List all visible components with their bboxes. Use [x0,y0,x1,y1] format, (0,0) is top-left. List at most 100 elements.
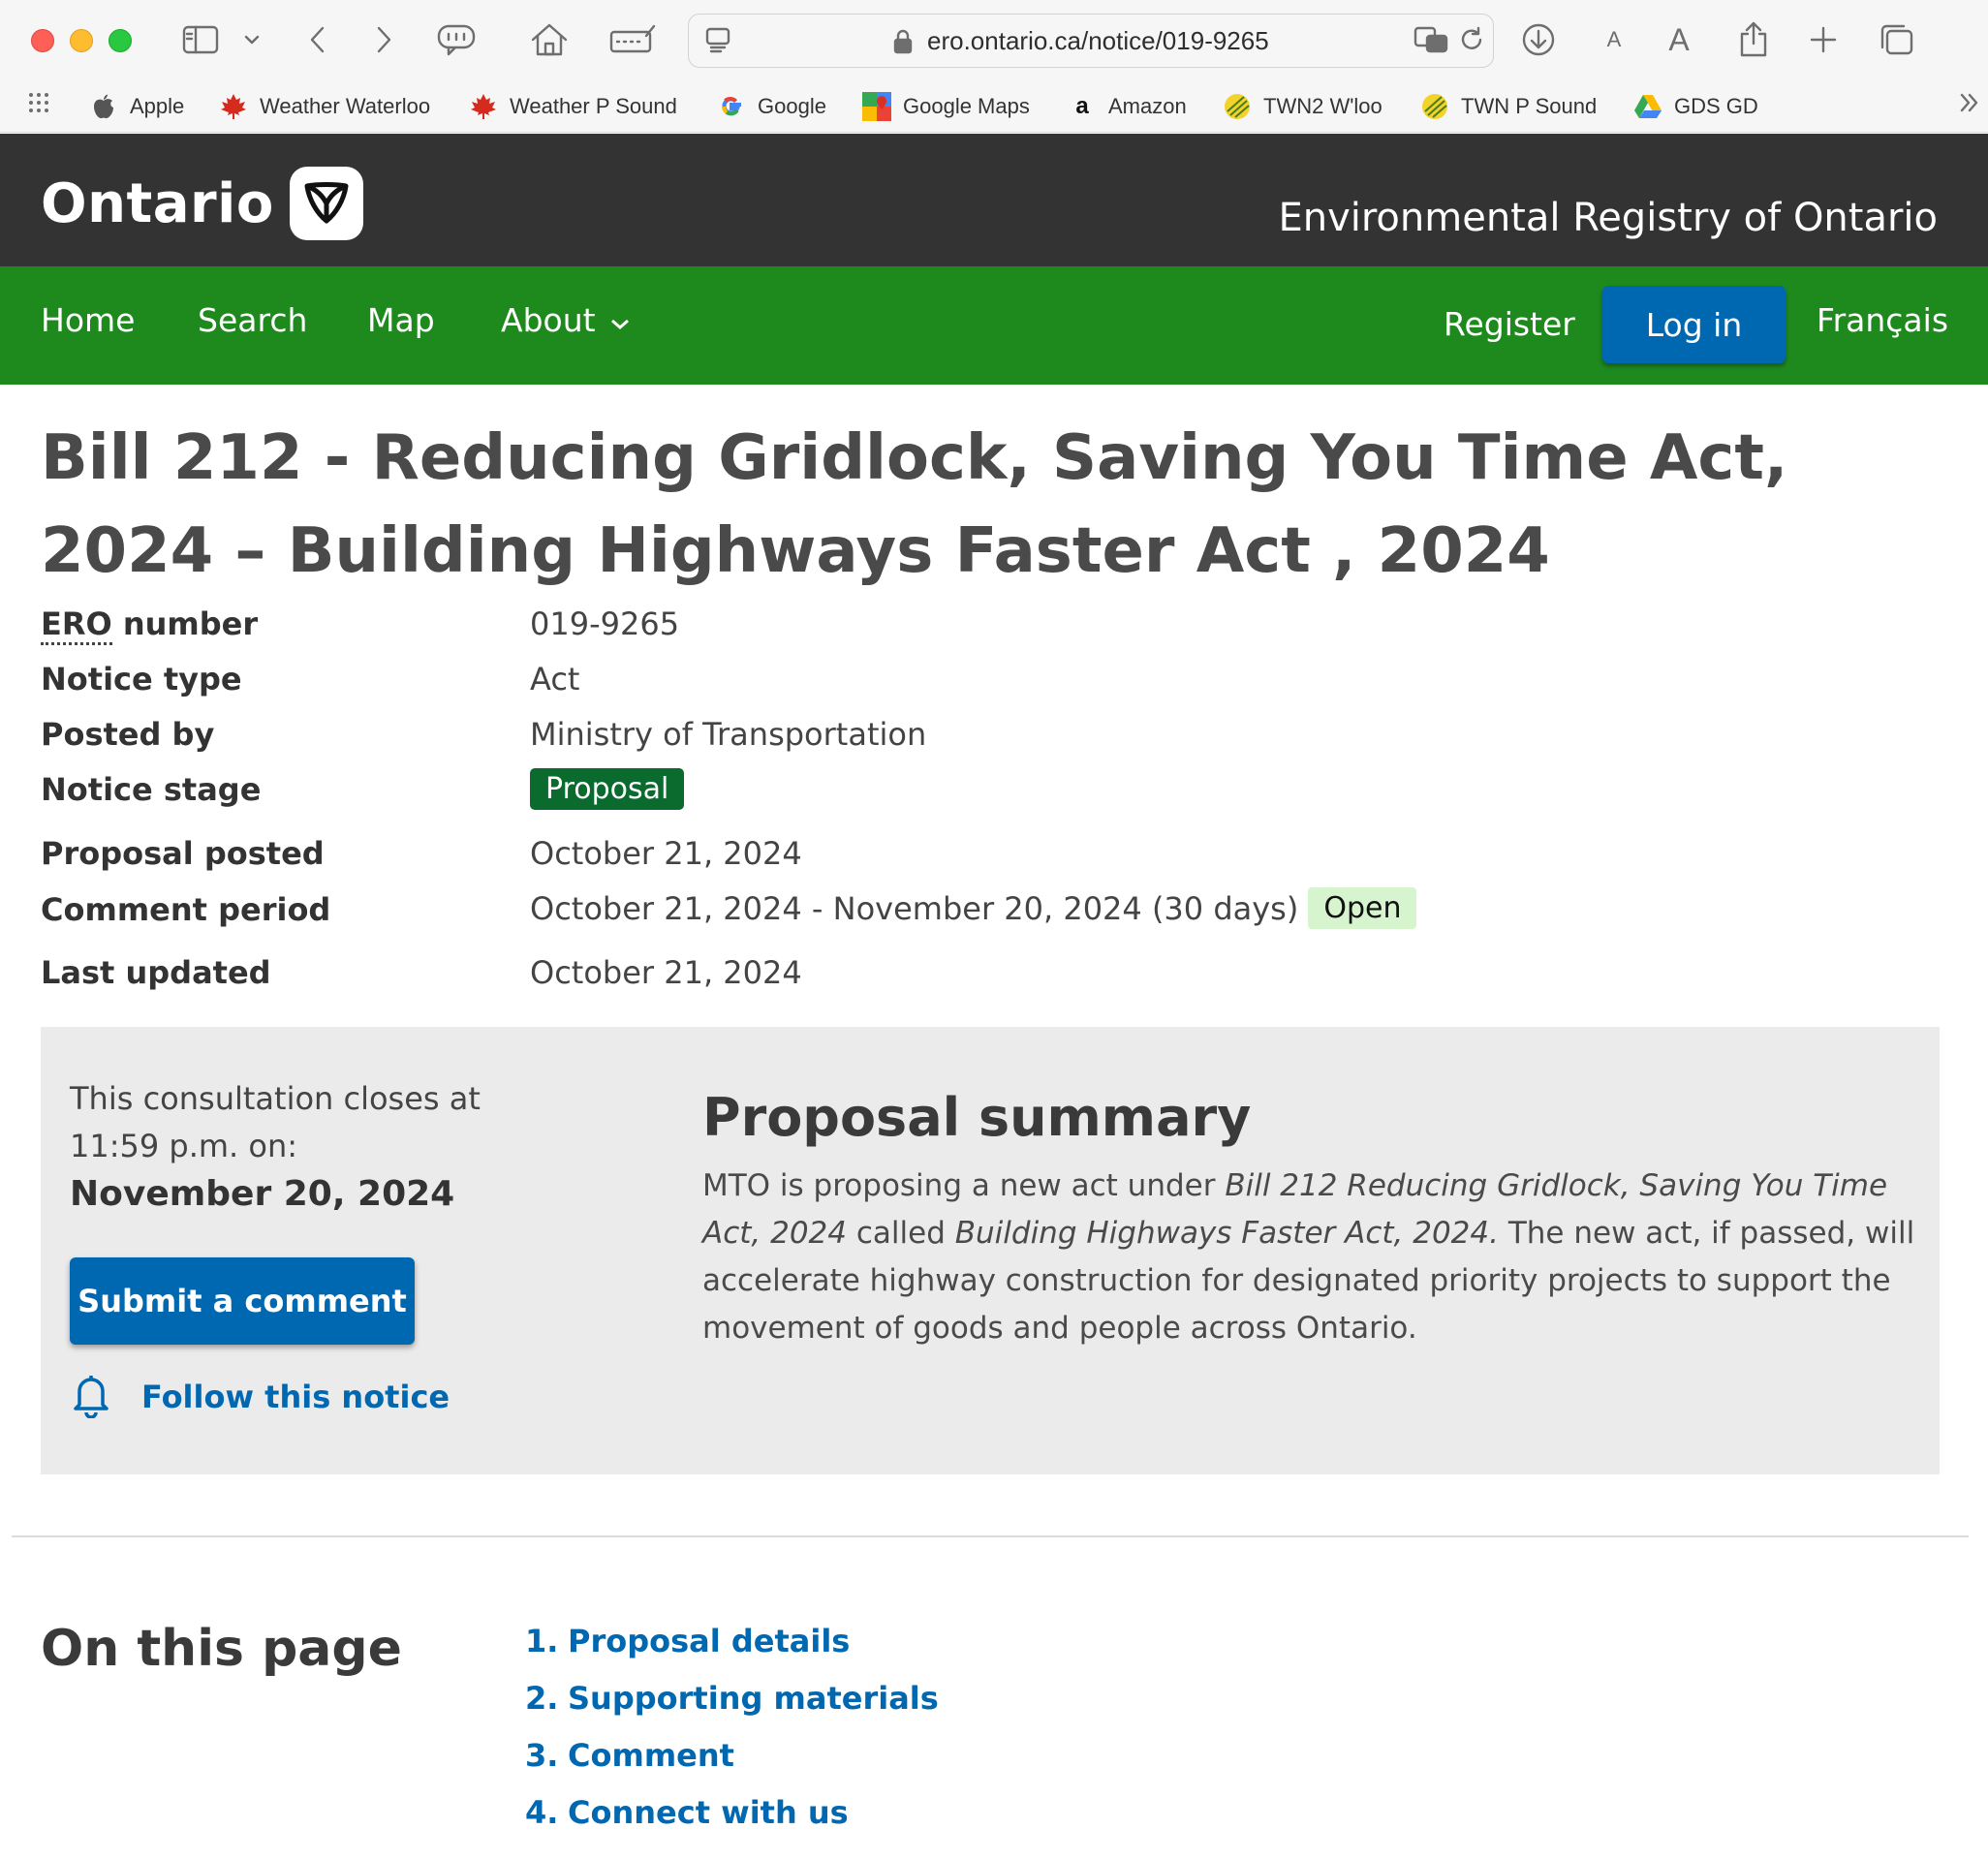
bookmark-twn-p-sound[interactable]: TWN P Sound [1420,89,1597,124]
submit-comment-button[interactable]: Submit a comment [70,1257,415,1345]
follow-notice-label: Follow this notice [141,1379,450,1415]
bookmark-label: TWN2 W'loo [1263,94,1382,118]
meta-row-ero-number: ERO number 019-9265 [41,605,1881,656]
on-this-page-heading: On this page [41,1620,402,1678]
toc-link-supporting-materials[interactable]: 2. Supporting materials [525,1669,939,1726]
bookmark-twn2-wloo[interactable]: TWN2 W'loo [1223,89,1382,124]
toc-link-connect-with-us[interactable]: 4. Connect with us [525,1783,939,1841]
registry-title[interactable]: Environmental Registry of Ontario [1278,196,1938,240]
nav-about-label: About [501,301,596,339]
proposal-summary-heading: Proposal summary [702,1087,1252,1148]
chevron-down-icon[interactable] [240,17,264,62]
site-header: Ontario Environmental Registry of Ontari… [0,134,1988,266]
trillium-icon [289,167,363,240]
nav-language-toggle[interactable]: Français [1817,301,1948,339]
toc-link-comment[interactable]: 3. Comment [525,1726,939,1783]
meta-value: Act [530,661,580,698]
proposal-summary-text: MTO is proposing a new act under Bill 21… [702,1168,1915,1346]
url-text[interactable]: ero.ontario.ca/notice/019-9265 [927,26,1269,56]
bookmarks-overflow-icon[interactable] [1955,83,1984,122]
bookmark-label: Google Maps [903,94,1030,118]
zoom-window-button[interactable] [109,29,132,52]
act-title-italic: Building Highways Faster Act, 2024. [954,1216,1499,1251]
bookmark-label: TWN P Sound [1461,94,1598,118]
browser-chrome: ero.ontario.ca/notice/019-9265 A A Apple… [0,0,1988,133]
bookmark-gds-gd[interactable]: GDS GD [1633,89,1758,124]
forward-arrow-icon[interactable] [366,17,401,62]
share-icon[interactable] [1734,17,1773,62]
google-maps-icon [862,92,891,121]
bookmark-amazon[interactable]: a Amazon [1068,89,1187,124]
meta-label: Notice stage [41,771,262,808]
consultation-summary-panel: This consultation closes at 11:59 p.m. o… [41,1027,1940,1474]
follow-notice-link[interactable]: Follow this notice [70,1372,450,1422]
bookmark-google-maps[interactable]: Google Maps [862,89,1030,124]
maple-leaf-icon [219,92,248,121]
google-drive-icon [1633,92,1662,121]
nav-home[interactable]: Home [41,301,135,339]
reload-icon[interactable] [1454,20,1489,59]
meta-row-notice-stage: Notice stage Proposal [41,768,1881,822]
address-bar[interactable]: ero.ontario.ca/notice/019-9265 [688,14,1494,68]
bookmarks-bar: Apple Weather Waterloo Weather P Sound G… [0,81,1988,132]
downloads-icon[interactable] [1519,17,1558,62]
bookmark-label: Amazon [1108,94,1187,118]
meta-label: Last updated [41,954,271,991]
google-icon [717,92,746,121]
meta-row-last-updated: Last updated October 21, 2024 [41,954,1881,1005]
apps-grid-icon[interactable] [23,85,54,120]
main-nav: Home Search Map About Register Log in Fr… [0,266,1988,385]
nav-register[interactable]: Register [1444,305,1575,343]
meta-label: Comment period [41,891,331,928]
meta-value: Proposal [530,768,685,810]
nav-search[interactable]: Search [198,301,307,339]
meta-row-posted-by: Posted by Ministry of Transportation [41,716,1881,766]
browser-toolbar: ero.ontario.ca/notice/019-9265 A A [0,0,1988,81]
meta-value: 019-9265 [530,605,680,642]
meta-label: ERO number [41,605,258,645]
bookmark-google[interactable]: Google [717,89,826,124]
back-arrow-icon[interactable] [300,17,335,62]
consultation-closes-text: This consultation closes at 11:59 p.m. o… [70,1080,481,1164]
on-this-page-list: 1. Proposal details 2. Supporting material… [525,1612,939,1841]
twn-icon [1223,92,1252,121]
bookmark-weather-p-sound[interactable]: Weather P Sound [469,89,677,124]
logo-text: Ontario [41,171,274,235]
ero-abbreviation[interactable]: ERO [41,605,112,645]
smaller-text-button[interactable]: A [1600,17,1628,62]
login-button[interactable]: Log in [1602,286,1786,363]
page-menu-icon[interactable] [700,20,735,59]
nav-about[interactable]: About [501,301,631,339]
meta-label: Proposal posted [41,835,325,872]
reader-chat-icon[interactable] [434,17,479,62]
close-window-button[interactable] [31,29,54,52]
section-divider [12,1535,1969,1537]
translate-icon[interactable] [1412,20,1450,59]
password-keyboard-icon[interactable] [606,17,659,62]
ontario-logo[interactable]: Ontario [41,167,363,240]
meta-label: Posted by [41,716,215,753]
meta-value: October 21, 2024 [530,954,802,991]
bookmark-label: Weather P Sound [510,94,677,118]
nav-map[interactable]: Map [367,301,435,339]
maple-leaf-icon [469,92,498,121]
sidebar-toggle-icon[interactable] [178,17,223,62]
meta-row-notice-type: Notice type Act [41,661,1881,711]
bookmark-label: Weather Waterloo [260,94,431,118]
bookmark-weather-waterloo[interactable]: Weather Waterloo [219,89,430,124]
new-tab-plus-icon[interactable] [1804,17,1843,62]
comment-period-dates: October 21, 2024 - November 20, 2024 (30… [530,889,1299,927]
bookmark-apple[interactable]: Apple [89,89,184,124]
home-icon[interactable] [527,17,572,62]
meta-value: October 21, 2024 - November 20, 2024 (30… [530,887,1417,929]
bookmark-label: Apple [130,94,185,118]
minimize-window-button[interactable] [70,29,93,52]
larger-text-button[interactable]: A [1662,17,1695,62]
meta-row-comment-period: Comment period October 21, 2024 - Novemb… [41,887,1881,942]
toc-link-proposal-details[interactable]: 1. Proposal details [525,1612,939,1669]
bookmark-label: GDS GD [1674,94,1758,118]
chevron-down-icon [609,301,631,339]
meta-value: October 21, 2024 [530,835,802,872]
open-status-badge: Open [1308,887,1417,929]
tab-overview-icon[interactable] [1876,17,1918,62]
